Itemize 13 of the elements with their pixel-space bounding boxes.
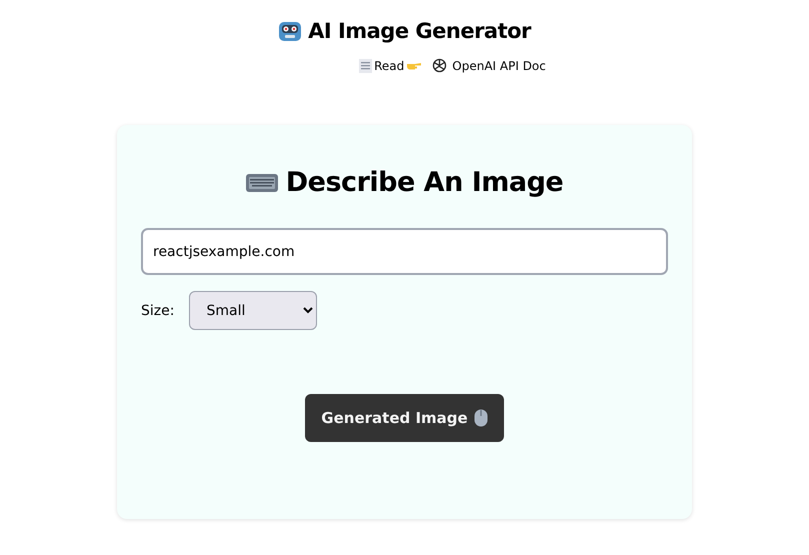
- size-label: Size:: [141, 302, 174, 318]
- mouse-icon: [474, 409, 488, 427]
- keyboard-icon: [246, 172, 278, 192]
- page-title: AI Image Generator: [308, 19, 531, 43]
- document-icon: [359, 58, 372, 72]
- robot-icon: [278, 19, 302, 43]
- api-doc-link[interactable]: OpenAI API Doc: [432, 58, 546, 73]
- size-dropdown[interactable]: Small: [189, 291, 318, 330]
- knot-logo-icon: [432, 58, 448, 73]
- generate-button[interactable]: Generated Image: [305, 394, 504, 442]
- card-heading: Describe An Image: [286, 167, 564, 198]
- read-link[interactable]: Read: [359, 58, 422, 73]
- prompt-field[interactable]: reactjsexample.com: [141, 228, 668, 275]
